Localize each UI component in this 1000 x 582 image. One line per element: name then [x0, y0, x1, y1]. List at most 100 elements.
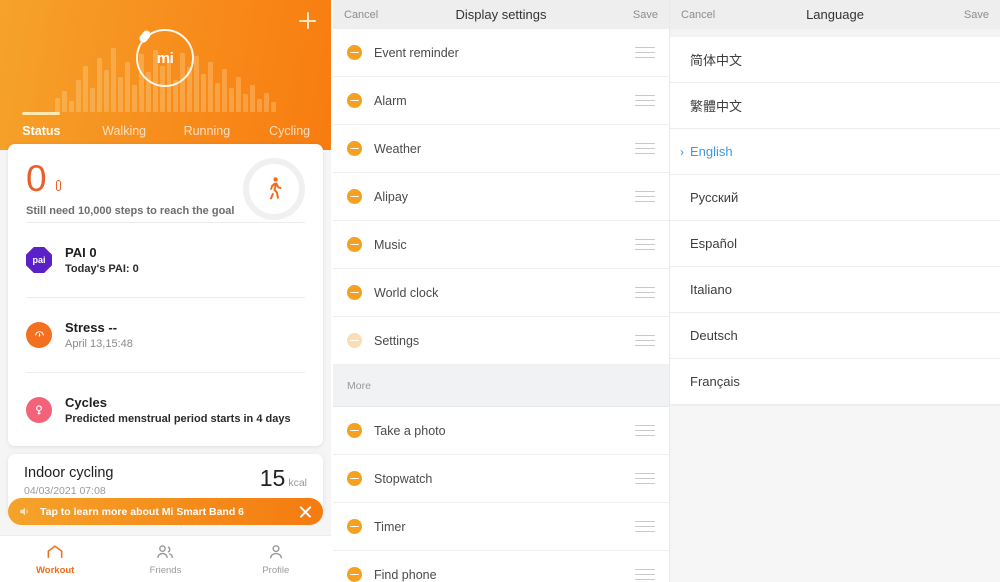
- step-count: 0: [26, 158, 47, 199]
- add-device-button[interactable]: [292, 6, 322, 36]
- nav-label: Workout: [35, 565, 75, 576]
- list-item[interactable]: Find phone: [333, 551, 669, 582]
- remove-item-icon[interactable]: [347, 423, 362, 438]
- bottom-navigation: Workout Friends Profile: [0, 535, 331, 582]
- list-item[interactable]: World clock: [333, 269, 669, 317]
- drag-handle-icon[interactable]: [635, 472, 655, 485]
- page-title: Language: [806, 7, 864, 22]
- remove-item-icon[interactable]: [347, 45, 362, 60]
- mi-logo: mi: [136, 28, 194, 87]
- remove-item-icon[interactable]: [347, 519, 362, 534]
- remove-item-icon[interactable]: [347, 141, 362, 156]
- list-item[interactable]: Stopwatch: [333, 455, 669, 503]
- home-icon: [47, 545, 63, 558]
- language-list-empty-area: [670, 405, 1000, 582]
- home-header: mi Status Walking Running Cycling: [0, 0, 331, 150]
- metric-cycles[interactable]: Cycles Predicted menstrual period starts…: [8, 373, 323, 447]
- walking-person-icon: [269, 177, 282, 200]
- language-option[interactable]: Español: [670, 221, 1000, 267]
- list-item[interactable]: Settings: [333, 317, 669, 365]
- language-label: English: [690, 144, 733, 159]
- nav-item-profile[interactable]: Profile: [221, 536, 331, 582]
- nav-label: Profile: [262, 565, 290, 576]
- remove-item-icon[interactable]: [347, 93, 362, 108]
- metric-title: Stress --: [65, 320, 118, 335]
- language-label: 简体中文: [690, 53, 743, 68]
- nav-label: Friends: [149, 565, 182, 576]
- remove-item-icon[interactable]: [347, 237, 362, 252]
- list-item-label: Timer: [374, 519, 406, 534]
- remove-item-icon[interactable]: [347, 333, 362, 348]
- mi-fit-home-screen: mi Status Walking Running Cycling 0 Stil…: [0, 0, 331, 582]
- remove-item-icon[interactable]: [347, 471, 362, 486]
- metric-subtitle: Today's PAI: 0: [65, 263, 139, 275]
- tab-walking[interactable]: Walking: [83, 124, 166, 140]
- metric-stress[interactable]: Stress -- April 13,15:48: [8, 298, 323, 372]
- list-item[interactable]: Weather: [333, 125, 669, 173]
- list-item[interactable]: Alipay: [333, 173, 669, 221]
- tab-cycling[interactable]: Cycling: [248, 124, 331, 140]
- tab-status[interactable]: Status: [0, 124, 83, 140]
- chevron-right-icon: ›: [680, 144, 684, 159]
- language-label: 繁體中文: [690, 99, 743, 114]
- drag-handle-icon[interactable]: [635, 424, 655, 437]
- nav-item-workout[interactable]: Workout: [0, 536, 110, 582]
- list-item[interactable]: Event reminder: [333, 29, 669, 77]
- display-settings-toolbar: Cancel Display settings Save: [333, 0, 669, 29]
- stress-gauge-icon: [26, 322, 52, 348]
- tab-running[interactable]: Running: [166, 124, 249, 140]
- page-title: Display settings: [455, 7, 547, 22]
- metric-pai[interactable]: pai PAI 0 Today's PAI: 0: [8, 223, 323, 297]
- drag-handle-icon[interactable]: [635, 334, 655, 347]
- list-item[interactable]: Timer: [333, 503, 669, 551]
- metric-subtitle: April 13,15:48: [65, 338, 133, 350]
- list-item-label: Settings: [374, 333, 420, 348]
- metric-subtitle: Predicted menstrual period starts in 4 d…: [65, 413, 291, 425]
- gauge-glyph: [34, 330, 44, 337]
- list-item-label: Alarm: [374, 93, 407, 108]
- promo-banner[interactable]: Tap to learn more about Mi Smart Band 6: [8, 498, 323, 525]
- language-label: Español: [690, 236, 737, 251]
- drag-handle-icon[interactable]: [635, 142, 655, 155]
- cycles-female-icon: [26, 397, 52, 423]
- drag-handle-icon[interactable]: [635, 520, 655, 533]
- steps-summary[interactable]: 0 Still need 10,000 steps to reach the g…: [8, 144, 323, 222]
- drag-handle-icon[interactable]: [635, 568, 655, 581]
- speaker-icon: [20, 507, 28, 516]
- close-icon[interactable]: [298, 504, 313, 519]
- nav-item-friends[interactable]: Friends: [110, 536, 220, 582]
- language-option[interactable]: Français: [670, 359, 1000, 405]
- drag-handle-icon[interactable]: [635, 190, 655, 203]
- drag-handle-icon[interactable]: [635, 286, 655, 299]
- drag-handle-icon[interactable]: [635, 94, 655, 107]
- workout-calorie-unit: kcal: [288, 477, 307, 489]
- remove-item-icon[interactable]: [347, 567, 362, 582]
- language-option-selected[interactable]: › English: [670, 129, 1000, 175]
- friends-icon: [157, 545, 174, 558]
- female-symbol-glyph: [36, 405, 42, 415]
- language-option[interactable]: Русский: [670, 175, 1000, 221]
- remove-item-icon[interactable]: [347, 285, 362, 300]
- language-option[interactable]: Italiano: [670, 267, 1000, 313]
- list-item[interactable]: Music: [333, 221, 669, 269]
- drag-handle-icon[interactable]: [635, 46, 655, 59]
- language-option[interactable]: Deutsch: [670, 313, 1000, 359]
- language-option[interactable]: 简体中文: [670, 37, 1000, 83]
- footprint-icon: [56, 180, 62, 191]
- language-label: Italiano: [690, 282, 732, 297]
- list-item-label: World clock: [374, 285, 439, 300]
- language-screen: Cancel Language Save 简体中文繁體中文 › English Рус…: [669, 0, 1000, 582]
- display-settings-list: Event reminder Alarm Weather Alipay Music Wor…: [333, 29, 669, 582]
- remove-item-icon[interactable]: [347, 189, 362, 204]
- list-item[interactable]: Take a photo: [333, 407, 669, 455]
- list-item-label: Find phone: [374, 567, 437, 582]
- language-toolbar: Cancel Language Save: [670, 0, 1000, 29]
- list-item[interactable]: Alarm: [333, 77, 669, 125]
- list-item-label: Event reminder: [374, 45, 459, 60]
- language-list: 简体中文繁體中文 › English Русский Español Italiano De…: [670, 37, 1000, 405]
- list-item-label: Take a photo: [374, 423, 446, 438]
- display-settings-screen: Cancel Display settings Save Event remin…: [331, 0, 669, 582]
- language-option[interactable]: 繁體中文: [670, 83, 1000, 129]
- language-label: Русский: [690, 190, 739, 205]
- drag-handle-icon[interactable]: [635, 238, 655, 251]
